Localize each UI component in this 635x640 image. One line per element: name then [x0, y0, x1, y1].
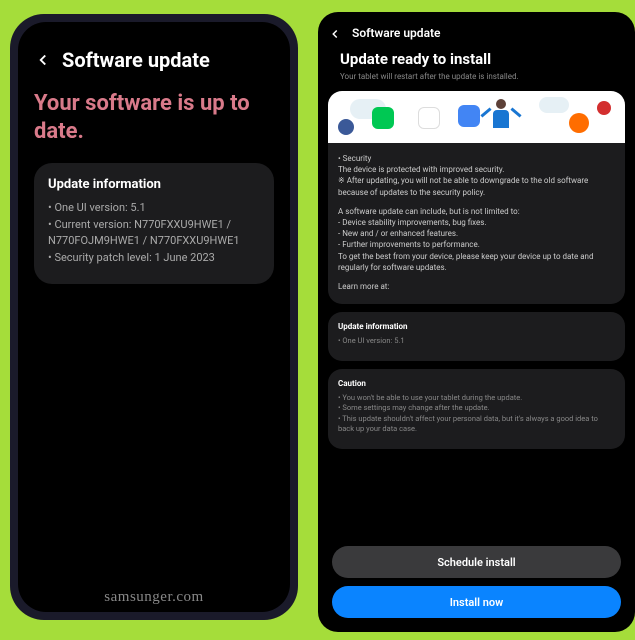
back-icon[interactable] — [328, 26, 342, 40]
update-info-title: Update information — [338, 322, 615, 331]
update-info-title: Update information — [48, 177, 260, 192]
update-description-body: • Security The device is protected with … — [328, 143, 625, 304]
watermark: samsunger.com — [104, 589, 203, 606]
desc-line: • Security — [338, 153, 615, 164]
caution-line: • This update shouldn't affect your pers… — [338, 414, 615, 435]
caution-line: • Some settings may change after the upd… — [338, 403, 615, 414]
desc-line: ※ After updating, you will not be able t… — [338, 175, 615, 197]
caution-line: • You won't be able to use your tablet d… — [338, 393, 615, 404]
caution-card: Caution • You won't be able to use your … — [328, 369, 625, 449]
right-header: Software update — [328, 26, 625, 40]
action-buttons: Schedule install Install now — [328, 546, 625, 618]
info-line: • One UI version: 5.1 — [338, 336, 615, 347]
desc-line: To get the best from your device, please… — [338, 251, 615, 273]
page-title: Software update — [352, 26, 441, 40]
update-info-card: Update information • One UI version: 5.1 — [328, 312, 625, 361]
update-ready-subtitle: Your tablet will restart after the updat… — [340, 72, 625, 81]
desc-line: The device is protected with improved se… — [338, 164, 615, 175]
desc-line: Learn more at: — [338, 281, 615, 292]
info-line: • Current version: N770FXXU9HWE1 / N770F… — [48, 217, 260, 250]
info-line: • One UI version: 5.1 — [48, 200, 260, 217]
back-icon[interactable] — [34, 51, 52, 69]
phone-left-frame: Software update Your software is up to d… — [10, 14, 298, 620]
update-status: Your software is up to date. — [34, 90, 274, 145]
schedule-install-button[interactable]: Schedule install — [332, 546, 621, 578]
update-description-card: • Security The device is protected with … — [328, 91, 625, 304]
update-illustration — [328, 91, 625, 143]
left-header: Software update — [34, 48, 274, 72]
caution-title: Caution — [338, 379, 615, 388]
desc-line: A software update can include, but is no… — [338, 206, 615, 217]
update-ready-title: Update ready to install — [340, 50, 625, 68]
desc-line: - Further improvements to performance. — [338, 239, 615, 250]
info-line: • Security patch level: 1 June 2023 — [48, 250, 260, 267]
desc-line: - Device stability improvements, bug fix… — [338, 217, 615, 228]
page-title: Software update — [62, 48, 210, 72]
phone-left-screen: Software update Your software is up to d… — [18, 22, 290, 612]
update-info-card: Update information • One UI version: 5.1… — [34, 163, 274, 284]
desc-line: - New and / or enhanced features. — [338, 228, 615, 239]
install-now-button[interactable]: Install now — [332, 586, 621, 618]
phone-right-screen: Software update Update ready to install … — [318, 12, 635, 632]
